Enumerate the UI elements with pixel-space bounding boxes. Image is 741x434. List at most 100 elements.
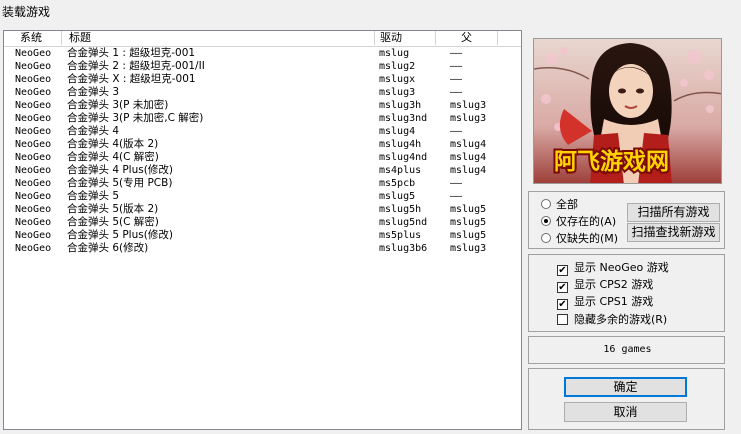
scan-new-button[interactable]: 扫描查找新游戏: [627, 223, 720, 242]
cell-title: 合金弹头 4: [67, 125, 120, 137]
radio-all[interactable]: 全部: [541, 197, 578, 213]
checkbox-show-cps2[interactable]: ✔ 显示 CPS2 游戏: [557, 277, 653, 293]
table-row[interactable]: NeoGeo 合金弹头 3 mslug3 ——: [4, 86, 521, 99]
cell-title: 合金弹头 1 : 超级坦克-001: [67, 47, 196, 59]
column-header-system[interactable]: 系统: [4, 31, 62, 45]
table-row[interactable]: NeoGeo 合金弹头 4(C 解密) mslug4nd mslug4: [4, 151, 521, 164]
cell-title: 合金弹头 X : 超级坦克-001: [67, 73, 196, 85]
cell-driver: mslug5: [379, 191, 416, 202]
table-row[interactable]: NeoGeo 合金弹头 1 : 超级坦克-001 mslug ——: [4, 47, 521, 60]
cell-title: 合金弹头 5(版本 2): [67, 203, 159, 215]
cell-parent: mslug5: [450, 217, 487, 228]
cell-parent: mslug5: [450, 204, 487, 215]
cell-driver: mslug3nd: [379, 113, 428, 124]
list-header: 系统 标题 驱动 父: [4, 31, 521, 47]
cell-driver: ms4plus: [379, 165, 422, 176]
game-preview-image: 阿飞游戏网 阿飞游戏网: [533, 38, 722, 184]
table-row[interactable]: NeoGeo 合金弹头 3(P 未加密) mslug3h mslug3: [4, 99, 521, 112]
cell-driver: mslug4nd: [379, 152, 428, 163]
checkbox-show-cps1[interactable]: ✔ 显示 CPS1 游戏: [557, 294, 653, 310]
table-row[interactable]: NeoGeo 合金弹头 5(版本 2) mslug5h mslug5: [4, 203, 521, 216]
cell-parent: mslug3: [450, 243, 487, 254]
cell-driver: mslug5nd: [379, 217, 428, 228]
cell-parent: ——: [450, 48, 463, 59]
games-count: 16 games: [603, 344, 652, 355]
cell-system: NeoGeo: [15, 165, 52, 176]
cell-system: NeoGeo: [15, 204, 52, 215]
column-header-title[interactable]: 标题: [62, 31, 375, 45]
radio-indicator[interactable]: [541, 199, 551, 209]
cell-system: NeoGeo: [15, 191, 52, 202]
display-options-group: ✔ 显示 NeoGeo 游戏 ✔ 显示 CPS2 游戏 ✔ 显示 CPS1 游戏 隐藏…: [528, 254, 725, 332]
cell-title: 合金弹头 3(P 未加密,C 解密): [67, 112, 204, 124]
cell-title: 合金弹头 5: [67, 190, 120, 202]
checkbox-box[interactable]: ✔: [557, 299, 568, 310]
table-row[interactable]: NeoGeo 合金弹头 X : 超级坦克-001 mslugx ——: [4, 73, 521, 86]
radio-indicator[interactable]: [541, 216, 551, 226]
cell-driver: mslug3: [379, 87, 416, 98]
radio-indicator[interactable]: [541, 233, 551, 243]
cell-driver: mslugx: [379, 74, 416, 85]
table-row[interactable]: NeoGeo 合金弹头 4 Plus(修改) ms4plus mslug4: [4, 164, 521, 177]
cell-driver: mslug5h: [379, 204, 422, 215]
table-row[interactable]: NeoGeo 合金弹头 2 : 超级坦克-001/II mslug2 ——: [4, 60, 521, 73]
cell-parent: ——: [450, 126, 463, 137]
cell-driver: ms5plus: [379, 230, 422, 241]
cell-parent: ——: [450, 178, 463, 189]
table-row[interactable]: NeoGeo 合金弹头 5(专用 PCB) ms5pcb ——: [4, 177, 521, 190]
checkbox-box[interactable]: [557, 314, 568, 325]
cell-parent: ——: [450, 74, 463, 85]
game-list[interactable]: 系统 标题 驱动 父 NeoGeo 合金弹头 1 : 超级坦克-001 mslug —…: [3, 30, 522, 430]
cell-system: NeoGeo: [15, 139, 52, 150]
logo-text: 阿飞游戏网: [554, 148, 669, 175]
cell-system: NeoGeo: [15, 61, 52, 72]
cell-system: NeoGeo: [15, 230, 52, 241]
cell-parent: mslug4: [450, 139, 487, 150]
checkbox-hide-redundant[interactable]: 隐藏多余的游戏(R): [557, 312, 667, 328]
table-row[interactable]: NeoGeo 合金弹头 5 mslug5 ——: [4, 190, 521, 203]
table-row[interactable]: NeoGeo 合金弹头 4 mslug4 ——: [4, 125, 521, 138]
checkbox-box[interactable]: ✔: [557, 282, 568, 293]
cell-system: NeoGeo: [15, 178, 52, 189]
column-header-parent[interactable]: 父: [436, 31, 498, 45]
table-row[interactable]: NeoGeo 合金弹头 6(修改) mslug3b6 mslug3: [4, 242, 521, 255]
cell-parent: ——: [450, 191, 463, 202]
cell-parent: mslug3: [450, 113, 487, 124]
cell-system: NeoGeo: [15, 87, 52, 98]
cell-driver: mslug2: [379, 61, 416, 72]
cell-driver: mslug3h: [379, 100, 422, 111]
cancel-button[interactable]: 取消: [564, 402, 687, 422]
cell-system: NeoGeo: [15, 113, 52, 124]
cell-title: 合金弹头 4(版本 2): [67, 138, 159, 150]
radio-missing-only[interactable]: 仅缺失的(M): [541, 231, 618, 247]
cell-driver: mslug4: [379, 126, 416, 137]
cell-system: NeoGeo: [15, 74, 52, 85]
filter-group: 全部 仅存在的(A) 仅缺失的(M) 扫描所有游戏 扫描查找新游戏: [528, 191, 725, 249]
cell-title: 合金弹头 5 Plus(修改): [67, 229, 173, 241]
cell-driver: mslug3b6: [379, 243, 428, 254]
cell-driver: mslug4h: [379, 139, 422, 150]
cell-system: NeoGeo: [15, 217, 52, 228]
cell-parent: mslug4: [450, 152, 487, 163]
games-count-panel: 16 games: [528, 336, 725, 364]
column-header-driver[interactable]: 驱动: [375, 31, 436, 45]
cell-driver: ms5pcb: [379, 178, 416, 189]
radio-available-only[interactable]: 仅存在的(A): [541, 214, 616, 230]
table-row[interactable]: NeoGeo 合金弹头 5 Plus(修改) ms5plus mslug5: [4, 229, 521, 242]
table-row[interactable]: NeoGeo 合金弹头 5(C 解密) mslug5nd mslug5: [4, 216, 521, 229]
list-rows: NeoGeo 合金弹头 1 : 超级坦克-001 mslug —— NeoGeo 合金弹头…: [4, 47, 521, 255]
cell-title: 合金弹头 4(C 解密): [67, 151, 159, 163]
cell-parent: mslug5: [450, 230, 487, 241]
table-row[interactable]: NeoGeo 合金弹头 3(P 未加密,C 解密) mslug3nd mslug3: [4, 112, 521, 125]
cell-title: 合金弹头 6(修改): [67, 242, 149, 254]
checkbox-show-neogeo[interactable]: ✔ 显示 NeoGeo 游戏: [557, 260, 669, 276]
cell-title: 合金弹头 5(C 解密): [67, 216, 159, 228]
scan-all-button[interactable]: 扫描所有游戏: [627, 203, 720, 222]
cell-parent: ——: [450, 61, 463, 72]
cell-driver: mslug: [379, 48, 410, 59]
cell-system: NeoGeo: [15, 100, 52, 111]
cell-title: 合金弹头 4 Plus(修改): [67, 164, 173, 176]
checkbox-box[interactable]: ✔: [557, 265, 568, 276]
ok-button[interactable]: 确定: [564, 377, 687, 397]
table-row[interactable]: NeoGeo 合金弹头 4(版本 2) mslug4h mslug4: [4, 138, 521, 151]
